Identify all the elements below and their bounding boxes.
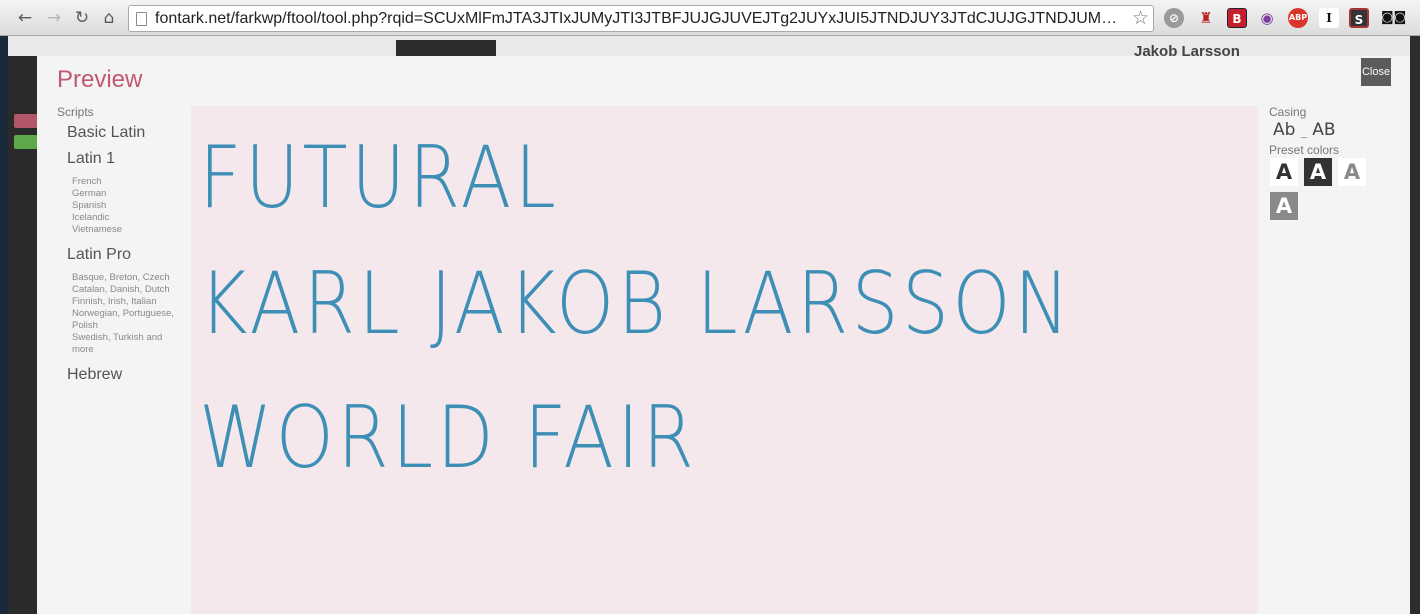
preview-modal: Close Preview Scripts Basic Latin Latin … [37,56,1410,614]
language-item: Icelandic [72,212,110,223]
couch-icon[interactable]: ♜ [1196,8,1216,28]
page-icon [136,12,147,26]
script-hebrew[interactable]: Hebrew [67,366,122,384]
script-latin-1[interactable]: Latin 1 [67,150,115,168]
casing-label: Casing [1269,105,1307,119]
address-bar[interactable]: fontark.net/farkwp/ftool/tool.php?rqid=S… [128,5,1154,32]
home-icon[interactable]: ⌂ [98,7,120,29]
script-latin-pro[interactable]: Latin Pro [67,246,131,264]
s-icon[interactable]: S [1349,8,1369,28]
background-page-edge [1410,36,1420,614]
preset-color-white-on-gray[interactable]: A [1270,192,1298,220]
casing-options: Ab _ AB [1273,120,1336,140]
b-icon[interactable]: B [1227,8,1247,28]
language-item: French [72,176,102,187]
preset-colors-label: Preset colors [1269,143,1340,157]
language-item: Polish [72,320,98,331]
preset-color-dark-on-white[interactable]: A [1270,158,1298,186]
preview-line: FUTURAL [199,128,560,228]
bookmark-star-icon[interactable]: ☆ [1132,7,1149,29]
language-item: more [72,344,94,355]
abp-icon[interactable]: ABP [1288,8,1308,28]
language-item: Swedish, Turkish and [72,332,163,343]
background-page-block [396,40,496,56]
browser-toolbar: ← → ↻ ⌂ fontark.net/farkwp/ftool/tool.ph… [0,0,1420,36]
language-item: Basque, Breton, Czech [72,272,170,283]
language-item: Finnish, Irish, Italian [72,296,157,307]
language-item: Spanish [72,200,107,211]
preset-color-white-on-dark[interactable]: A [1304,158,1332,186]
modal-title: Preview [57,66,143,93]
scripts-label: Scripts [57,105,94,119]
back-icon[interactable]: ← [14,7,36,29]
url-text[interactable]: fontark.net/farkwp/ftool/tool.php?rqid=S… [155,9,1125,29]
latin-pro-languages: Basque, Breton, Czech Catalan, Danish, D… [72,272,187,356]
preview-line: WORLD FAIR [199,388,698,488]
latin-1-languages: French German Spanish Icelandic Vietname… [72,176,187,236]
eye-icon[interactable]: ◉ [1257,8,1277,28]
casing-upper-option[interactable]: AB [1312,120,1335,140]
i-icon[interactable]: I [1319,8,1339,28]
background-badge-green [14,135,38,149]
preview-line: KARL JAKOB LARSSON [199,254,1073,354]
close-button[interactable]: Close [1361,58,1391,86]
preset-color-gray-on-white[interactable]: A [1338,158,1366,186]
preview-canvas[interactable]: FUTURAL KARL JAKOB LARSSON WORLD FAIR [191,106,1258,614]
reload-icon[interactable]: ↻ [71,7,93,29]
casing-mixed-option[interactable]: Ab [1273,120,1295,140]
glasses-icon[interactable]: ◙◙ [1381,8,1406,28]
forward-icon[interactable]: → [43,7,65,29]
script-basic-latin[interactable]: Basic Latin [67,124,145,142]
language-item: German [72,188,107,199]
language-item: Vietnamese [72,224,122,235]
background-badge-red [14,114,38,128]
language-item: Norwegian, Portuguese, [72,308,174,319]
language-item: Catalan, Danish, Dutch [72,284,170,295]
forbid-icon[interactable]: ⊘ [1164,8,1184,28]
